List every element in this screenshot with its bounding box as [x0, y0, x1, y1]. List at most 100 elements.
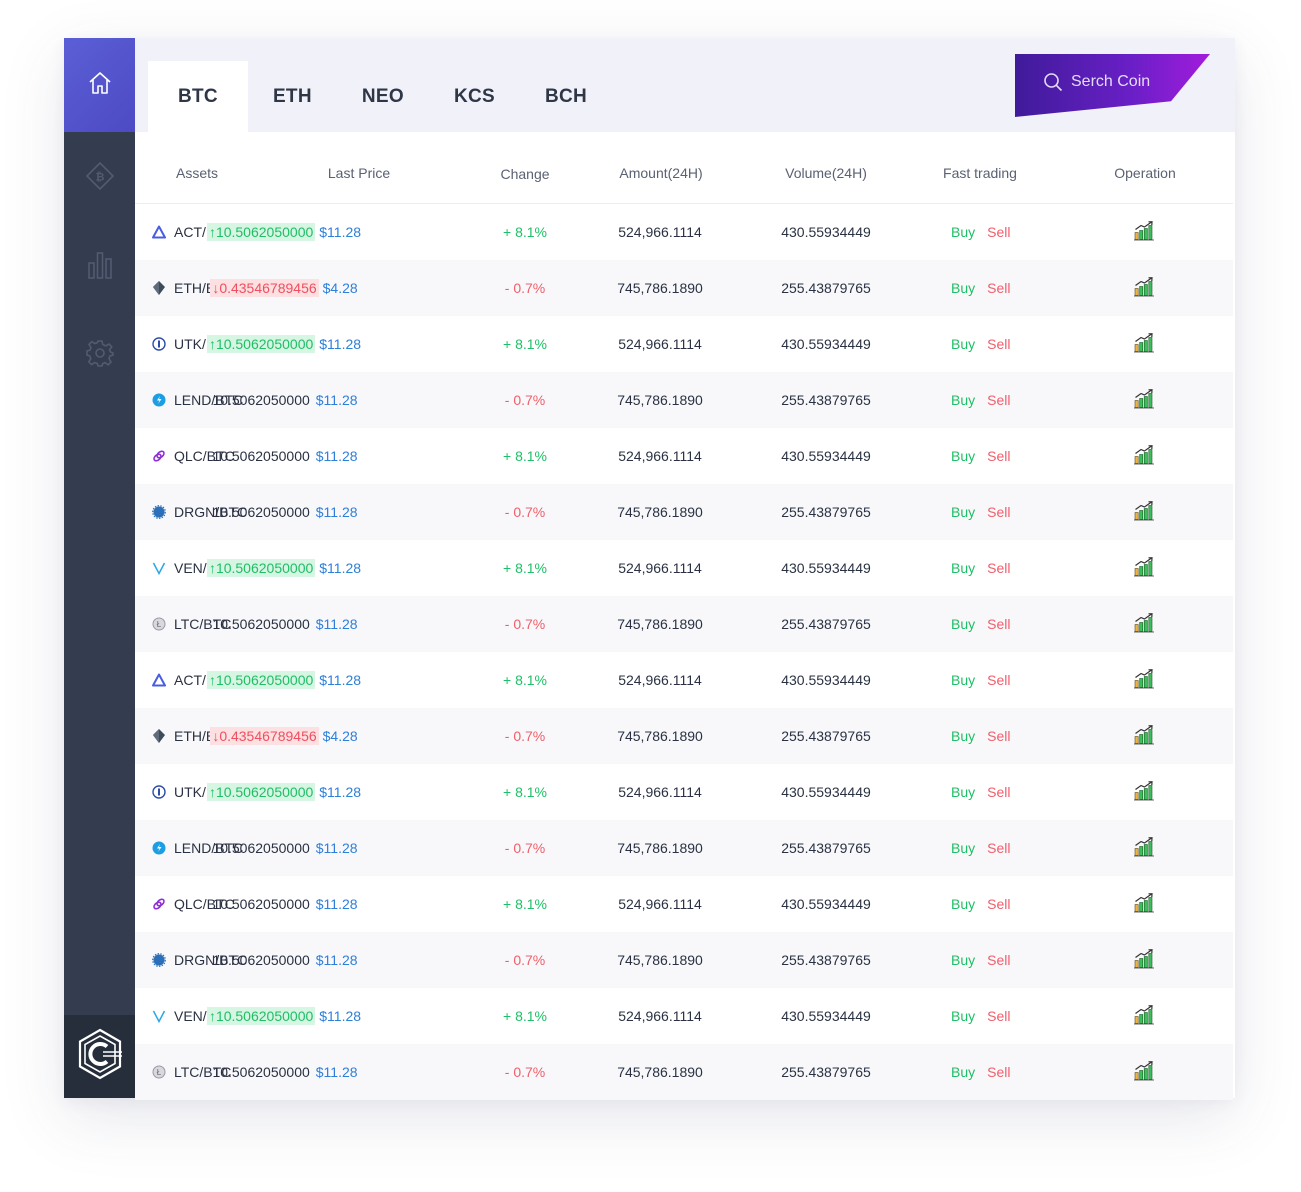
- sell-button[interactable]: Sell: [987, 616, 1010, 632]
- nav-settings[interactable]: [64, 325, 135, 385]
- tab-kcs[interactable]: KCS: [429, 61, 520, 132]
- sell-button[interactable]: Sell: [987, 336, 1010, 352]
- volume-value: 430.55934449: [781, 1008, 871, 1024]
- tab-eth[interactable]: ETH: [248, 61, 337, 132]
- app-logo[interactable]: [64, 1015, 135, 1098]
- buy-button[interactable]: Buy: [951, 448, 975, 464]
- trend-chart-icon[interactable]: [1134, 389, 1154, 412]
- table-row[interactable]: DRGN/BTC 10.5062050000 $11.28- 0.7% 745,786…: [135, 484, 1233, 540]
- operation-cell[interactable]: [1134, 669, 1154, 692]
- trend-chart-icon[interactable]: [1134, 669, 1154, 692]
- operation-cell[interactable]: [1134, 501, 1154, 524]
- sell-button[interactable]: Sell: [987, 1064, 1010, 1080]
- buy-button[interactable]: Buy: [951, 280, 975, 296]
- table-row[interactable]: UTK/BTC ↑10.5062050000 $11.28 + 8.1% 524,966…: [135, 316, 1233, 372]
- table-row[interactable]: Ł LTC/BTC 10.5062050000 $11.28- 0.7% 745,786…: [135, 596, 1233, 652]
- table-row[interactable]: QLC/BTC 10.5062050000 $11.28 + 8.1% 524,966.…: [135, 428, 1233, 484]
- column-header-operation: Operation: [1114, 165, 1176, 181]
- table-row[interactable]: ACT/BTC ↑10.5062050000 $11.28 + 8.1% 524,966…: [135, 204, 1233, 260]
- buy-button[interactable]: Buy: [951, 224, 975, 240]
- buy-button[interactable]: Buy: [951, 504, 975, 520]
- trend-chart-icon[interactable]: [1134, 613, 1154, 636]
- buy-button[interactable]: Buy: [951, 1008, 975, 1024]
- column-header-fast-trading: Fast trading: [943, 165, 1017, 181]
- operation-cell[interactable]: [1134, 389, 1154, 412]
- trend-chart-icon[interactable]: [1134, 445, 1154, 468]
- table-row[interactable]: LEND/BTC 10.5062050000 $11.28- 0.7% 745,786…: [135, 372, 1233, 428]
- fast-trading-cell: Buy Sell: [951, 672, 1010, 688]
- buy-button[interactable]: Buy: [951, 1064, 975, 1080]
- operation-cell[interactable]: [1134, 781, 1154, 804]
- sell-button[interactable]: Sell: [987, 840, 1010, 856]
- buy-button[interactable]: Buy: [951, 784, 975, 800]
- usd-price: $11.28: [319, 224, 362, 240]
- buy-button[interactable]: Buy: [951, 616, 975, 632]
- operation-cell[interactable]: [1134, 277, 1154, 300]
- buy-button[interactable]: Buy: [951, 336, 975, 352]
- trend-chart-icon[interactable]: [1134, 557, 1154, 580]
- table-row[interactable]: VEN/BTC ↑10.5062050000 $11.28 + 8.1% 524,966…: [135, 540, 1233, 596]
- trend-chart-icon[interactable]: [1134, 781, 1154, 804]
- trend-chart-icon[interactable]: [1134, 221, 1154, 244]
- sell-button[interactable]: Sell: [987, 728, 1010, 744]
- trend-chart-icon[interactable]: [1134, 1005, 1154, 1028]
- tab-neo[interactable]: NEO: [337, 61, 429, 132]
- table-row[interactable]: QLC/BTC 10.5062050000 $11.28 + 8.1% 524,966.…: [135, 876, 1233, 932]
- operation-cell[interactable]: [1134, 893, 1154, 916]
- table-row[interactable]: UTK/BTC ↑10.5062050000 $11.28 + 8.1% 524,966…: [135, 764, 1233, 820]
- operation-cell[interactable]: [1134, 557, 1154, 580]
- buy-button[interactable]: Buy: [951, 728, 975, 744]
- operation-cell[interactable]: [1134, 445, 1154, 468]
- buy-button[interactable]: Buy: [951, 392, 975, 408]
- table-row[interactable]: VEN/BTC ↑10.5062050000 $11.28 + 8.1% 524,966…: [135, 988, 1233, 1044]
- operation-cell[interactable]: [1134, 613, 1154, 636]
- trend-chart-icon[interactable]: [1134, 949, 1154, 972]
- operation-cell[interactable]: [1134, 1005, 1154, 1028]
- tab-bch[interactable]: BCH: [520, 61, 612, 132]
- trend-chart-icon[interactable]: [1134, 837, 1154, 860]
- change-value: + 8.1%: [503, 672, 547, 688]
- nav-home[interactable]: [64, 38, 135, 132]
- trend-chart-icon[interactable]: [1134, 1061, 1154, 1084]
- sell-button[interactable]: Sell: [987, 672, 1010, 688]
- sell-button[interactable]: Sell: [987, 784, 1010, 800]
- fast-trading-cell: Buy Sell: [951, 280, 1010, 296]
- sell-button[interactable]: Sell: [987, 392, 1010, 408]
- buy-button[interactable]: Buy: [951, 672, 975, 688]
- tab-btc[interactable]: BTC: [148, 61, 248, 132]
- sell-button[interactable]: Sell: [987, 896, 1010, 912]
- fast-trading-cell: Buy Sell: [951, 504, 1010, 520]
- nav-coin[interactable]: ₿: [64, 148, 135, 208]
- buy-button[interactable]: Buy: [951, 840, 975, 856]
- table-row[interactable]: ACT/BTC ↑10.5062050000 $11.28 + 8.1% 524,966…: [135, 652, 1233, 708]
- amount-value: 524,966.1114: [618, 784, 702, 800]
- trend-chart-icon[interactable]: [1134, 893, 1154, 916]
- operation-cell[interactable]: [1134, 1061, 1154, 1084]
- operation-cell[interactable]: [1134, 949, 1154, 972]
- trend-chart-icon[interactable]: [1134, 333, 1154, 356]
- table-row[interactable]: Ł LTC/BTC 10.5062050000 $11.28- 0.7% 745,786…: [135, 1044, 1233, 1100]
- trend-chart-icon[interactable]: [1134, 725, 1154, 748]
- buy-button[interactable]: Buy: [951, 560, 975, 576]
- sell-button[interactable]: Sell: [987, 1008, 1010, 1024]
- buy-button[interactable]: Buy: [951, 896, 975, 912]
- sell-button[interactable]: Sell: [987, 560, 1010, 576]
- table-row[interactable]: ETH/BTC ↓0.43546789456 $4.28- 0.7% 745,786.…: [135, 260, 1233, 316]
- trend-chart-icon[interactable]: [1134, 501, 1154, 524]
- nav-chart[interactable]: [64, 237, 135, 297]
- sell-button[interactable]: Sell: [987, 280, 1010, 296]
- sell-button[interactable]: Sell: [987, 504, 1010, 520]
- operation-cell[interactable]: [1134, 333, 1154, 356]
- table-row[interactable]: LEND/BTC 10.5062050000 $11.28- 0.7% 745,786…: [135, 820, 1233, 876]
- operation-cell[interactable]: [1134, 221, 1154, 244]
- sell-button[interactable]: Sell: [987, 952, 1010, 968]
- operation-cell[interactable]: [1134, 725, 1154, 748]
- sell-button[interactable]: Sell: [987, 448, 1010, 464]
- sell-button[interactable]: Sell: [987, 224, 1010, 240]
- table-row[interactable]: DRGN/BTC 10.5062050000 $11.28- 0.7% 745,786…: [135, 932, 1233, 988]
- buy-button[interactable]: Buy: [951, 952, 975, 968]
- operation-cell[interactable]: [1134, 837, 1154, 860]
- trend-chart-icon[interactable]: [1134, 277, 1154, 300]
- table-row[interactable]: ETH/BTC ↓0.43546789456 $4.28- 0.7% 745,786.…: [135, 708, 1233, 764]
- search-coin-button[interactable]: Serch Coin: [1015, 54, 1210, 117]
